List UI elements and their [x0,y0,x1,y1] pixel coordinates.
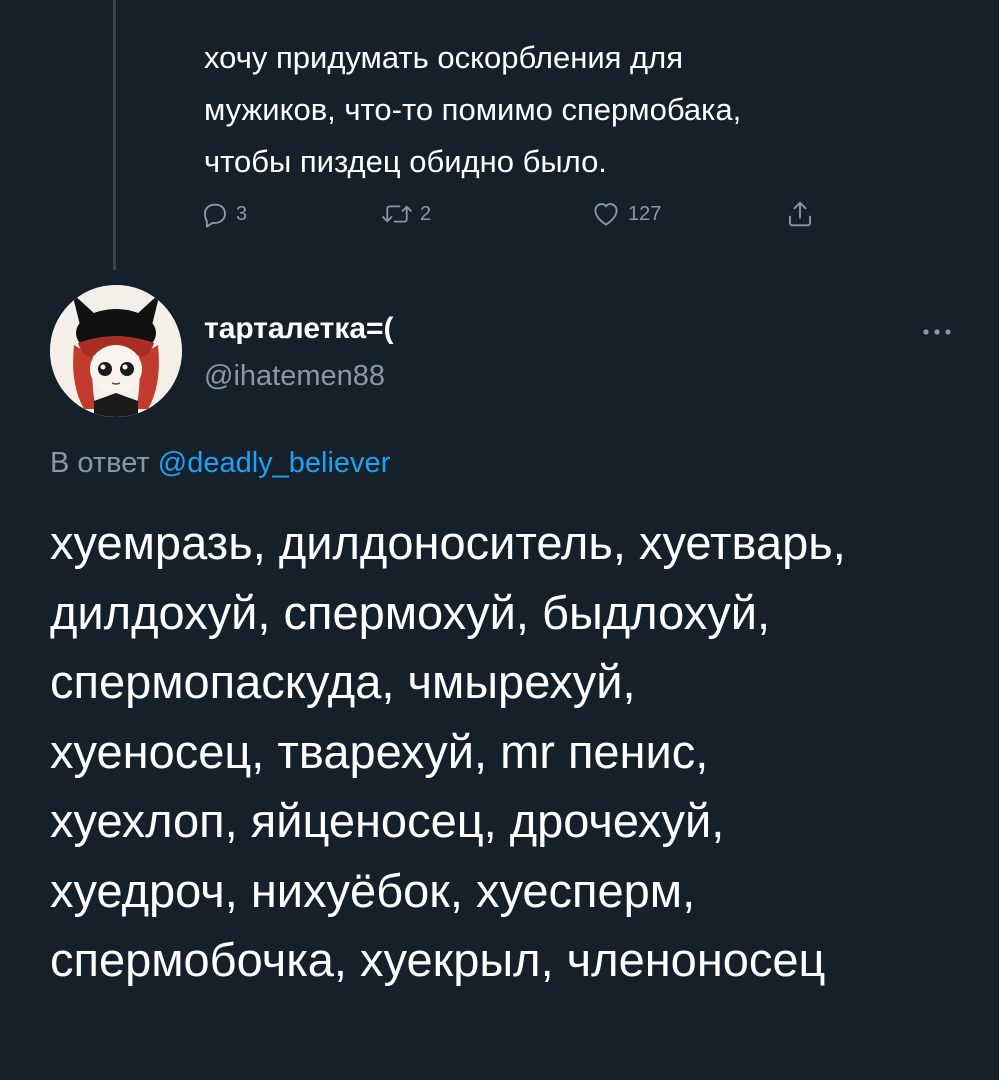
heart-icon [594,203,618,226]
reply-tweet-line: спермобочка, хуекрыл, членоносец [50,933,826,986]
reply-button[interactable]: 3 [200,192,247,236]
parent-tweet-line: хочу придумать оскорбления для [204,40,684,75]
share-icon [789,201,811,227]
parent-tweet-text: хочу придумать оскорбления для мужиков, … [204,32,924,188]
retweet-count: 2 [420,202,432,225]
author-name[interactable]: тарталетка=( [204,312,394,346]
more-options-button[interactable] [912,322,962,342]
reply-tweet-line: хуемразь, дилдоноситель, хуетварь, [50,516,846,569]
thread-connector-line [113,0,116,270]
reply-tweet-line: хуехлоп, яйценосец, дрочехуй, [50,794,725,847]
parent-tweet-line: мужиков, что-то помимо спермобака, [204,92,742,127]
reply-tweet-line: хуеносец, тварехуй, mr пенис, [50,724,709,778]
reply-tweet-line: дилдохуй, спермохуй, быдлохуй, [50,585,771,639]
parent-tweet-line: чтобы пиздец обидно было. [204,144,607,179]
parent-tweet-actions: 3 2 127 [200,192,840,236]
retweet-button[interactable]: 2 [380,192,431,236]
like-button[interactable]: 127 [590,192,661,236]
reply-mention-link[interactable]: @deadly_believer [158,447,391,479]
avatar[interactable] [50,285,182,417]
share-button[interactable] [785,192,815,236]
reply-prefix: В ответ [50,447,158,479]
avatar-image [50,285,182,417]
reply-count: 3 [236,202,248,225]
like-count: 127 [628,202,662,225]
reply-context: В ответ @deadly_believer [50,447,390,480]
reply-tweet-text: хуемразь, дилдоноситель, хуетварь, дилдо… [50,508,980,995]
more-icon [923,329,951,335]
reply-tweet-line: спермопаскуда, чмырехуй, [50,655,636,708]
author-handle[interactable]: @ihatemen88 [204,360,385,393]
reply-tweet-line: хуедроч, нихуёбок, хуесперм, [50,863,696,917]
reply-icon [204,203,226,228]
retweet-icon [382,205,412,223]
